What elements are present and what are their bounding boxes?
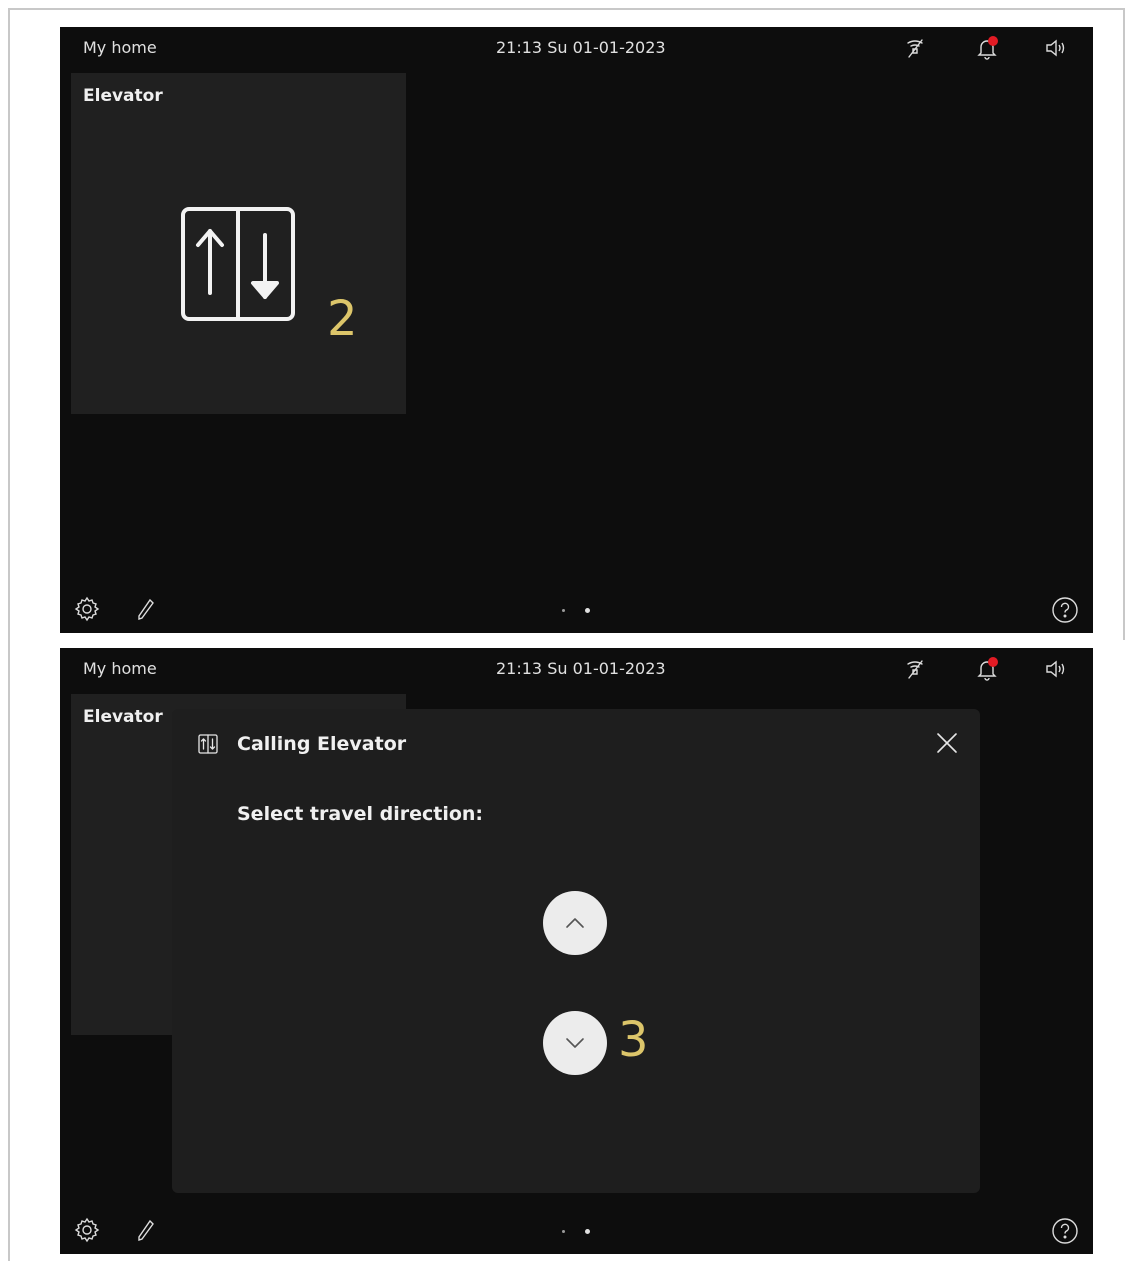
elevator-icon [179,205,297,323]
home-screen: My home 21:13 Su 01-01-2023 Elevator 2 [60,27,1093,633]
speaker-volume-icon[interactable] [1042,35,1068,61]
status-bar: My home 21:13 Su 01-01-2023 [60,648,1093,692]
bottom-bar [60,589,1093,633]
speaker-volume-icon[interactable] [1042,656,1068,682]
page-dot[interactable] [562,1230,565,1233]
page-indicator [557,606,597,614]
page-dot-active[interactable] [585,608,590,613]
bottom-bar [60,1210,1093,1254]
pen-edit-icon[interactable] [132,595,160,623]
gear-icon[interactable] [73,1216,101,1244]
calling-elevator-dialog: Calling Elevator Select travel direction… [172,709,980,1193]
frame-border [1123,8,1125,640]
notification-bell-icon[interactable] [974,656,1000,682]
help-icon[interactable] [1050,595,1080,625]
status-bar: My home 21:13 Su 01-01-2023 [60,27,1093,71]
page-title: My home [83,659,157,678]
date-time: 21:13 Su 01-01-2023 [496,659,666,678]
tile-title: Elevator [83,86,163,106]
notification-bell-icon[interactable] [974,35,1000,61]
page-indicator [557,1227,597,1235]
dialog-prompt: Select travel direction: [237,803,484,825]
frame-border [8,8,10,1261]
chevron-down-icon [566,1038,584,1048]
pen-edit-icon[interactable] [132,1216,160,1244]
help-icon[interactable] [1050,1216,1080,1246]
travel-down-button[interactable] [543,1011,607,1075]
elevator-tile[interactable]: Elevator 2 [71,73,406,414]
callout-number: 2 [327,291,358,347]
microphone-mute-icon[interactable] [902,656,928,682]
date-time: 21:13 Su 01-01-2023 [496,38,666,57]
tile-title: Elevator [83,707,163,727]
microphone-mute-icon[interactable] [902,35,928,61]
home-screen-dialog: My home 21:13 Su 01-01-2023 Elevator Cal… [60,648,1093,1254]
page-dot[interactable] [562,609,565,612]
travel-up-button[interactable] [543,891,607,955]
page-dot-active[interactable] [585,1229,590,1234]
gear-icon[interactable] [73,595,101,623]
page-title: My home [83,38,157,57]
chevron-up-icon [566,918,584,928]
callout-number: 3 [618,1012,649,1068]
dialog-title: Calling Elevator [237,733,407,755]
elevator-icon [197,733,219,755]
close-icon[interactable] [934,730,960,756]
frame-border [8,8,1125,10]
